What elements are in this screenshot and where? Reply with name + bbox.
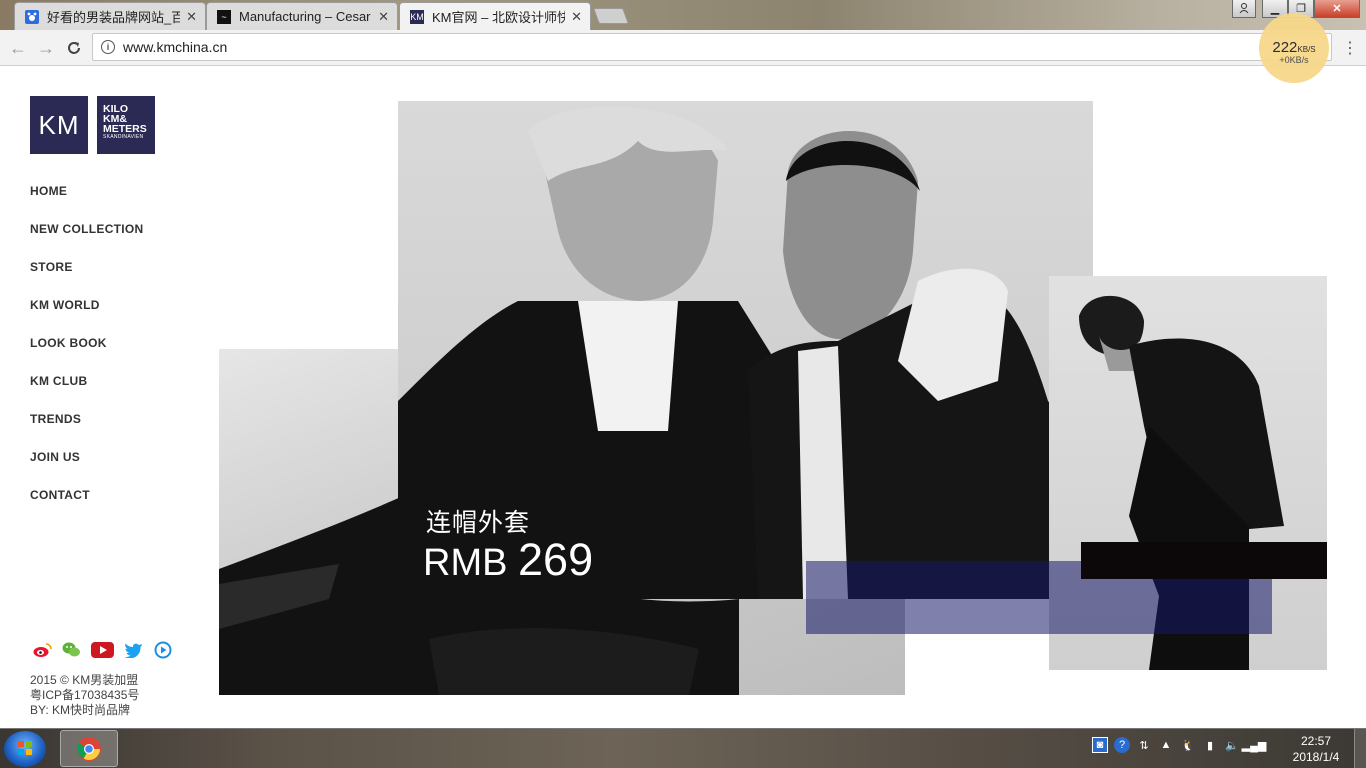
hero-price: RMB 269 [423, 534, 593, 586]
km-logo-icon: KM [410, 9, 424, 24]
show-desktop-button[interactable] [1354, 729, 1366, 768]
taskbar-chrome-button[interactable] [60, 730, 118, 767]
logo-text: KM [38, 109, 80, 140]
tab-title: KM官网 – 北欧设计师快 [432, 10, 566, 25]
tab-title: 好看的男装品牌网站_百度 [47, 10, 181, 25]
volume-icon[interactable]: 🔈 [1224, 737, 1240, 753]
nav-home[interactable]: HOME [30, 184, 144, 222]
close-tab-icon[interactable]: ✕ [378, 9, 389, 25]
windows-taskbar: ◙ ? ⇅ ▲ 🐧 ▮ 🔈 ▂▄▆ 22:57 2018/1/4 [0, 728, 1366, 768]
url-text: www.kmchina.cn [123, 39, 228, 55]
speed-unit: KB/S [1297, 45, 1316, 54]
cesar-logo-icon: ~ [217, 9, 231, 24]
tab-baidu[interactable]: 好看的男装品牌网站_百度 ✕ [14, 2, 206, 30]
network-speed-widget[interactable]: 222KB/S +0KB/s [1259, 13, 1329, 83]
logo-line: METERS [103, 123, 147, 135]
footer-copyright: 2015 © KM男装加盟 [30, 673, 139, 687]
tab-title: Manufacturing – Cesar [239, 9, 371, 24]
nav-look-book[interactable]: LOOK BOOK [30, 336, 144, 374]
network-transfer-icon[interactable]: ⇅ [1136, 737, 1152, 753]
footer-by: BY: KM快时尚品牌 [30, 703, 131, 717]
nav-new-collection[interactable]: NEW COLLECTION [30, 222, 144, 260]
menu-kebab-icon[interactable]: ⋮ [1342, 38, 1358, 58]
forward-arrow-icon[interactable]: → [34, 36, 58, 60]
chrome-icon [77, 736, 101, 761]
clock-date: 2018/1/4 [1292, 750, 1340, 764]
price-prefix: RMB [423, 542, 508, 584]
baidu-paw-icon [25, 9, 39, 24]
browser-toolbar: ← → i www.kmchina.cn ⋮ [0, 30, 1366, 66]
speed-value: 222 [1272, 39, 1298, 56]
price-value: 269 [518, 534, 594, 585]
clock-time: 22:57 [1300, 734, 1332, 748]
tab-cesar[interactable]: ~ Manufacturing – Cesar ✕ [206, 2, 398, 30]
close-tab-icon[interactable]: ✕ [186, 9, 197, 25]
start-button[interactable] [4, 731, 46, 767]
tray-app-icon[interactable]: ◙ [1092, 737, 1108, 753]
wechat-icon[interactable] [62, 640, 81, 659]
taskbar-clock[interactable]: 22:57 2018/1/4 [1290, 733, 1342, 765]
device-icon[interactable]: ▮ [1202, 737, 1218, 753]
tab-km[interactable]: KM KM官网 – 北欧设计师快 ✕ [399, 2, 591, 30]
nav-store[interactable]: STORE [30, 260, 144, 298]
info-icon[interactable]: i [101, 40, 115, 54]
weibo-icon[interactable] [33, 640, 52, 659]
address-bar[interactable]: i www.kmchina.cn [92, 33, 1332, 61]
nav-contact[interactable]: CONTACT [30, 488, 144, 526]
youtube-icon[interactable] [91, 640, 114, 659]
social-links [33, 640, 172, 659]
new-tab-button[interactable] [593, 8, 629, 24]
nav-km-world[interactable]: KM WORLD [30, 298, 144, 336]
qq-icon[interactable]: 🐧 [1180, 737, 1196, 753]
footer: 2015 © KM男装加盟 粤ICP备17038435号 BY: KM快时尚品牌 [30, 673, 139, 718]
show-hidden-icons-icon[interactable]: ▲ [1158, 737, 1174, 753]
nav-km-club[interactable]: KM CLUB [30, 374, 144, 412]
main-nav: HOME NEW COLLECTION STORE KM WORLD LOOK … [30, 184, 144, 526]
browser-titlebar: 好看的男装品牌网站_百度 ✕ ~ Manufacturing – Cesar ✕… [0, 0, 1366, 30]
close-window-button[interactable]: ✕ [1314, 0, 1360, 18]
reload-icon[interactable] [62, 36, 86, 60]
help-icon[interactable]: ? [1114, 737, 1130, 753]
youku-icon[interactable] [153, 640, 172, 659]
km-logo[interactable]: KM [30, 96, 88, 154]
signal-icon[interactable]: ▂▄▆ [1242, 737, 1267, 753]
upload-speed: +0KB/s [1279, 55, 1309, 65]
logo-line: SKANDINAVIEN [103, 134, 144, 140]
black-accent-block [1081, 542, 1327, 579]
nav-join-us[interactable]: JOIN US [30, 450, 144, 488]
nav-trends[interactable]: TRENDS [30, 412, 144, 450]
user-profile-icon[interactable] [1232, 0, 1256, 18]
system-tray: ◙ ? ⇅ ▲ 🐧 ▮ 🔈 ▂▄▆ [1092, 737, 1267, 753]
twitter-icon[interactable] [124, 640, 143, 659]
kilo-km-meters-logo[interactable]: KILO KM& METERS SKANDINAVIEN [97, 96, 155, 154]
back-arrow-icon[interactable]: ← [6, 36, 30, 60]
footer-icp[interactable]: 粤ICP备17038435号 [30, 688, 139, 703]
close-tab-icon[interactable]: ✕ [571, 9, 582, 25]
